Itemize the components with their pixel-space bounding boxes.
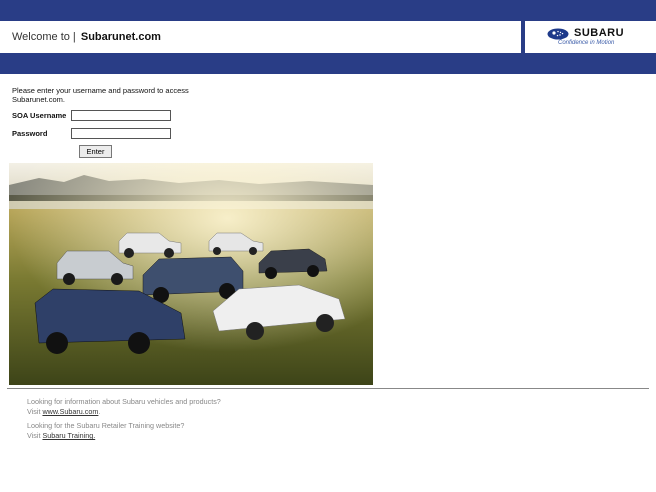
password-label: Password	[12, 129, 48, 138]
training-visit-line: Visit Subaru Training.	[27, 431, 427, 441]
footer-vehicles-info: Looking for information about Subaru veh…	[27, 397, 427, 417]
vehicles-question: Looking for information about Subaru veh…	[27, 397, 221, 406]
training-question: Looking for the Subaru Retailer Training…	[27, 421, 185, 430]
vehicles-visit-line: Visit www.Subaru.com.	[27, 407, 427, 417]
subaru-training-link[interactable]: Subaru Training.	[42, 431, 95, 440]
password-input[interactable]	[71, 128, 171, 139]
subaru-logo: SUBARU Confidence in Motion	[525, 21, 656, 53]
vehicles-suffix: .	[98, 407, 101, 416]
welcome-text: Welcome to |	[12, 31, 76, 43]
training-prefix: Visit	[27, 431, 43, 440]
footer-divider	[7, 388, 649, 389]
username-input[interactable]	[71, 110, 171, 121]
welcome-title: Welcome to | Subarunet.com	[12, 31, 161, 43]
welcome-banner: Welcome to | Subarunet.com	[0, 21, 521, 53]
vehicles-prefix: Visit	[27, 407, 43, 416]
enter-button[interactable]: Enter	[79, 145, 112, 158]
login-instructions: Please enter your username and password …	[12, 86, 189, 104]
vehicle-lineup-photo	[9, 163, 373, 385]
username-label: SOA Username	[12, 111, 67, 120]
footer-training-info: Looking for the Subaru Retailer Training…	[27, 421, 427, 441]
site-name: Subarunet.com	[81, 31, 161, 43]
logo-wordmark: SUBARU	[574, 27, 625, 39]
subaru-com-link[interactable]: www.Subaru.com	[42, 407, 98, 416]
site-name-rest: net.com	[118, 31, 161, 43]
hero-image-vehicles	[9, 163, 373, 385]
site-name-bold: Subaru	[80, 31, 119, 43]
logo-tagline: Confidence in Motion	[558, 40, 615, 46]
subaru-star-logo-icon	[547, 28, 569, 40]
